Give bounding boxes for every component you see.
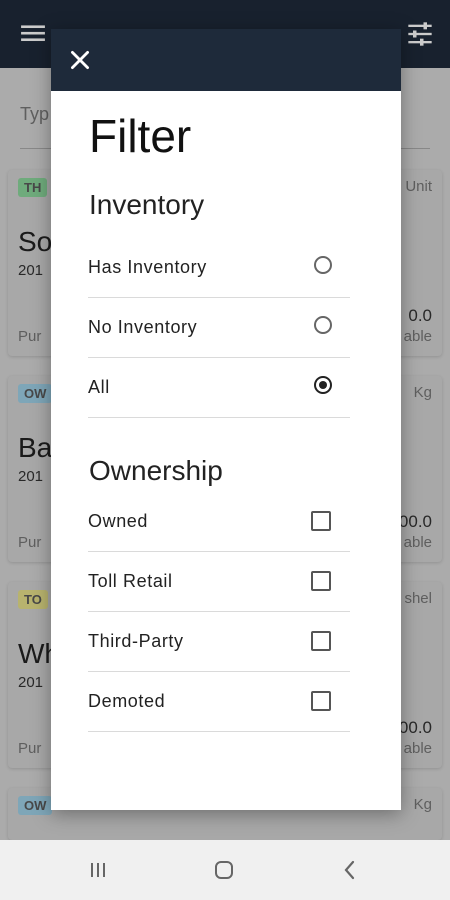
option-label: Owned	[88, 511, 149, 531]
filter-dialog: Filter Inventory Has Inventory No Invent…	[51, 29, 401, 810]
radio-all[interactable]: All	[88, 357, 350, 418]
back-icon[interactable]	[338, 858, 362, 882]
radio-no-inventory[interactable]: No Inventory	[88, 297, 350, 358]
option-label: Has Inventory	[88, 257, 207, 277]
dialog-title: Filter	[89, 110, 192, 162]
option-label: Third-Party	[88, 631, 184, 651]
home-icon[interactable]	[212, 858, 236, 882]
checkbox-third-party[interactable]: Third-Party	[88, 611, 350, 672]
radio-button[interactable]	[314, 316, 332, 334]
close-icon[interactable]	[67, 47, 93, 73]
option-label: No Inventory	[88, 317, 198, 337]
system-nav-bar	[0, 840, 450, 900]
checkbox-demoted[interactable]: Demoted	[88, 671, 350, 732]
checkbox[interactable]	[311, 631, 331, 651]
radio-has-inventory[interactable]: Has Inventory	[88, 237, 350, 298]
checkbox[interactable]	[311, 571, 331, 591]
checkbox[interactable]	[311, 691, 331, 711]
option-label: Toll Retail	[88, 571, 173, 591]
recent-apps-icon[interactable]	[86, 858, 110, 882]
option-label: Demoted	[88, 691, 166, 711]
radio-button[interactable]	[314, 256, 332, 274]
inventory-heading: Inventory	[89, 189, 205, 220]
ownership-heading: Ownership	[89, 455, 223, 486]
checkbox-toll-retail[interactable]: Toll Retail	[88, 551, 350, 612]
dialog-header	[51, 29, 401, 91]
radio-button-selected[interactable]	[314, 376, 332, 394]
option-label: All	[88, 377, 110, 397]
checkbox-owned[interactable]: Owned	[88, 491, 350, 552]
checkbox[interactable]	[311, 511, 331, 531]
